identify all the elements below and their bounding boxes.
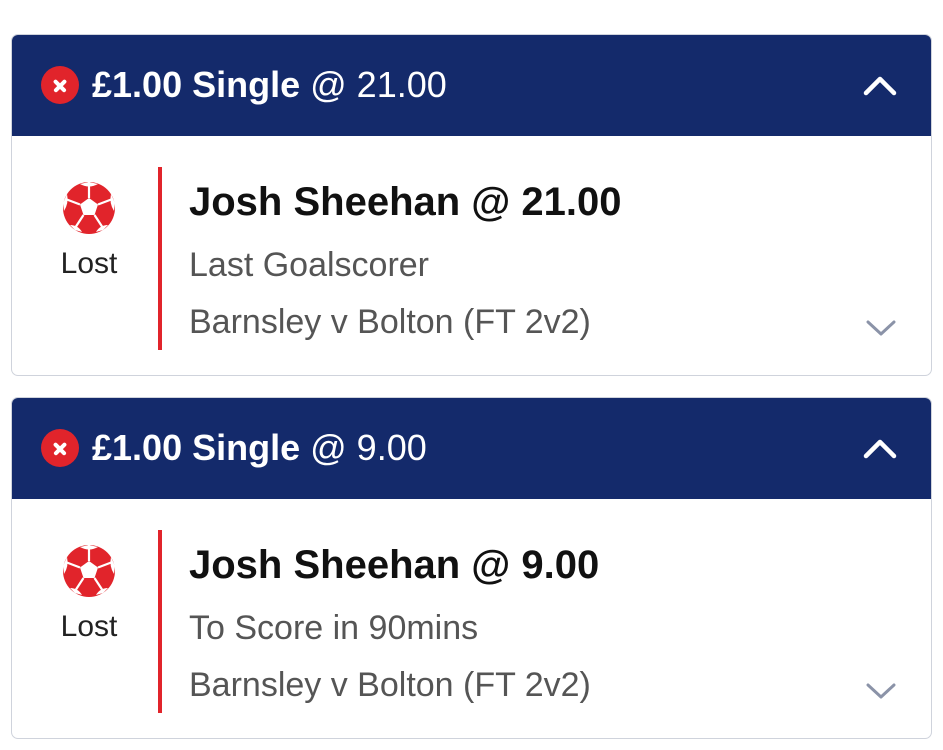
result-label: Lost [60, 610, 118, 643]
bet-odds: @ 21.00 [310, 64, 447, 105]
selection-title: Josh Sheehan @ 9.00 [189, 543, 600, 587]
lost-divider [158, 530, 162, 713]
event-name: Barnsley v Bolton (FT 2v2) [189, 666, 591, 704]
market-name: To Score in 90mins [189, 609, 479, 647]
bet-card: £1.00 Single @ 21.00 Lost Josh Sheehan @… [11, 34, 932, 376]
bet-header[interactable]: £1.00 Single @ 9.00 [12, 398, 931, 499]
lost-divider [158, 167, 162, 350]
bet-odds: @ 9.00 [310, 427, 427, 468]
bet-summary: £1.00 Single @ 21.00 [92, 63, 447, 107]
bet-summary: £1.00 Single @ 9.00 [92, 426, 427, 470]
result-label: Lost [60, 247, 118, 280]
event-name: Barnsley v Bolton (FT 2v2) [189, 303, 591, 341]
bet-stake-type: £1.00 Single [92, 64, 301, 105]
lost-status-icon [41, 429, 79, 467]
bet-header[interactable]: £1.00 Single @ 21.00 [12, 35, 931, 136]
bet-stake-type: £1.00 Single [92, 427, 301, 468]
chevron-down-icon[interactable] [865, 318, 897, 338]
selection-title: Josh Sheehan @ 21.00 [189, 180, 622, 224]
chevron-up-icon[interactable] [863, 73, 897, 97]
football-icon [63, 545, 115, 597]
lost-status-icon [41, 66, 79, 104]
football-icon [63, 182, 115, 234]
chevron-up-icon[interactable] [863, 436, 897, 460]
bet-card: £1.00 Single @ 9.00 Lost Josh Sheehan @ … [11, 397, 932, 739]
bet-leg: Lost Josh Sheehan @ 9.00 To Score in 90m… [12, 499, 931, 738]
bet-leg: Lost Josh Sheehan @ 21.00 Last Goalscore… [12, 136, 931, 375]
market-name: Last Goalscorer [189, 246, 429, 284]
chevron-down-icon[interactable] [865, 681, 897, 701]
